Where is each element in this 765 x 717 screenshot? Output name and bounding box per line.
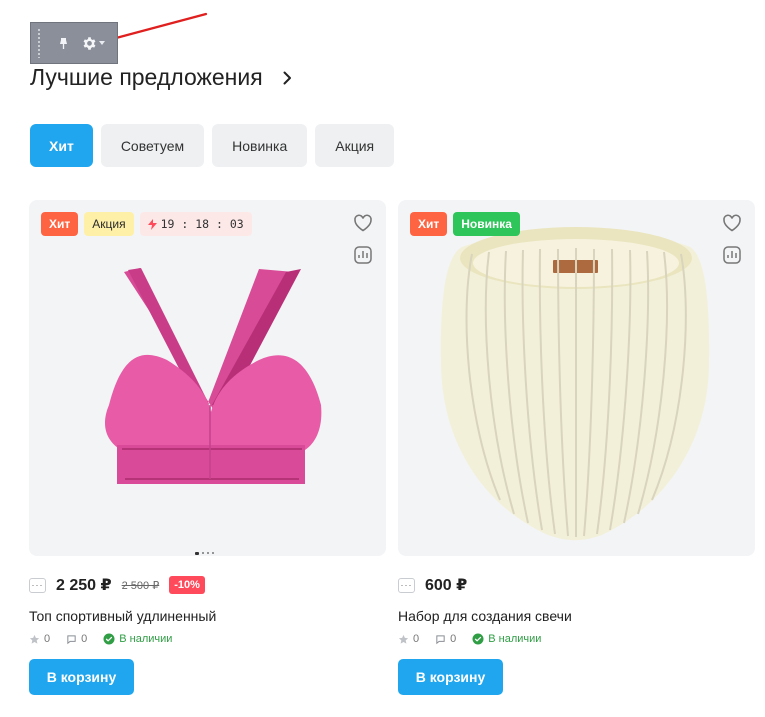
price-options-icon[interactable]: ··· bbox=[398, 577, 415, 593]
tab-new[interactable]: Новинка bbox=[212, 124, 308, 167]
comment-icon bbox=[67, 634, 76, 644]
favorite-icon[interactable] bbox=[721, 212, 743, 234]
image-slider-dots[interactable] bbox=[195, 552, 214, 555]
star-icon bbox=[29, 634, 40, 644]
tab-hit[interactable]: Хит bbox=[30, 124, 93, 167]
gear-icon[interactable] bbox=[81, 35, 97, 51]
favorite-icon[interactable] bbox=[352, 212, 374, 234]
admin-toolbar[interactable] bbox=[30, 22, 118, 64]
review-count: 0 bbox=[450, 633, 457, 645]
compare-icon[interactable] bbox=[721, 244, 743, 266]
product-badges: Хит Акция 19 : 18 : 03 bbox=[41, 212, 252, 236]
rating-value: 0 bbox=[413, 633, 420, 645]
new-badge: Новинка bbox=[453, 212, 520, 236]
comment-icon bbox=[436, 634, 445, 644]
hit-badge: Хит bbox=[410, 212, 448, 236]
stock-status: В наличии bbox=[488, 633, 542, 645]
discount-badge: -10% bbox=[169, 576, 205, 594]
price: 600 ₽ bbox=[425, 577, 468, 594]
product-meta: 0 0 В наличии bbox=[398, 633, 755, 645]
hit-badge: Хит bbox=[41, 212, 79, 236]
check-circle-icon bbox=[472, 633, 484, 645]
stock-status: В наличии bbox=[119, 633, 173, 645]
page-title: Лучшие предложения bbox=[30, 64, 263, 90]
review-count: 0 bbox=[81, 633, 88, 645]
product-actions bbox=[352, 212, 374, 266]
product-image-area[interactable]: Хит Акция 19 : 18 : 03 bbox=[29, 200, 386, 556]
add-to-cart-button[interactable]: В корзину bbox=[29, 659, 134, 695]
product-tabs: Хит Советуем Новинка Акция bbox=[30, 124, 395, 167]
tab-recommended[interactable]: Советуем bbox=[100, 124, 205, 167]
product-meta: 0 0 В наличии bbox=[29, 633, 386, 645]
lightning-icon bbox=[147, 218, 157, 230]
product-card[interactable]: Хит Новинка ··· 600 ₽ Набор для создания… bbox=[398, 200, 755, 695]
add-to-cart-button[interactable]: В корзину bbox=[398, 659, 503, 695]
tab-sale[interactable]: Акция bbox=[315, 124, 395, 167]
price: 2 250 ₽ bbox=[56, 577, 112, 594]
sale-timer-badge: 19 : 18 : 03 bbox=[139, 212, 252, 236]
old-price: 2 500 ₽ bbox=[121, 579, 160, 592]
product-name[interactable]: Набор для создания свечи bbox=[398, 608, 755, 624]
chevron-right-icon[interactable] bbox=[281, 71, 295, 85]
chevron-down-icon[interactable] bbox=[99, 41, 105, 45]
section-header: Лучшие предложения bbox=[30, 64, 295, 91]
price-row: ··· 600 ₽ bbox=[398, 576, 755, 594]
price-options-icon[interactable]: ··· bbox=[29, 577, 46, 593]
product-image-area[interactable]: Хит Новинка bbox=[398, 200, 755, 556]
pin-icon[interactable] bbox=[55, 35, 71, 51]
product-image-candle bbox=[440, 227, 710, 541]
check-circle-icon bbox=[103, 633, 115, 645]
sale-badge: Акция bbox=[84, 212, 134, 236]
product-badges: Хит Новинка bbox=[410, 212, 520, 236]
product-card[interactable]: Хит Акция 19 : 18 : 03 ··· 2 250 ₽ 2 500… bbox=[29, 200, 386, 695]
drag-handle-icon[interactable] bbox=[37, 28, 41, 58]
compare-icon[interactable] bbox=[352, 244, 374, 266]
product-image-sports-bra bbox=[105, 268, 322, 484]
product-name[interactable]: Топ спортивный удлиненный bbox=[29, 608, 386, 624]
rating-value: 0 bbox=[44, 633, 51, 645]
sale-timer: 19 : 18 : 03 bbox=[160, 217, 244, 231]
star-icon bbox=[398, 634, 409, 644]
price-row: ··· 2 250 ₽ 2 500 ₽ -10% bbox=[29, 576, 386, 594]
product-actions bbox=[721, 212, 743, 266]
